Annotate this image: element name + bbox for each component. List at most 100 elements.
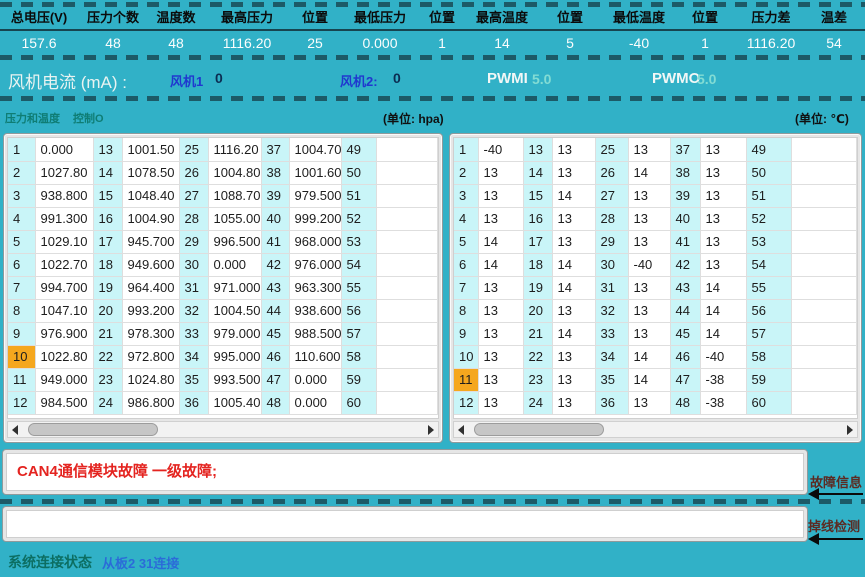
- value-cell[interactable]: 13: [700, 253, 746, 276]
- index-cell[interactable]: 54: [341, 253, 376, 276]
- value-cell[interactable]: 13: [628, 322, 670, 345]
- value-cell[interactable]: 13: [478, 276, 523, 299]
- index-cell[interactable]: 48: [261, 391, 289, 414]
- value-cell[interactable]: -38: [700, 391, 746, 414]
- value-cell[interactable]: 979.500: [289, 184, 341, 207]
- value-cell[interactable]: 14: [700, 299, 746, 322]
- index-cell[interactable]: 36: [595, 391, 628, 414]
- index-cell[interactable]: 51: [746, 184, 791, 207]
- index-cell[interactable]: 12: [454, 391, 478, 414]
- index-cell[interactable]: 35: [179, 368, 208, 391]
- index-cell[interactable]: 7: [454, 276, 478, 299]
- index-cell[interactable]: 9: [454, 322, 478, 345]
- empty-cell[interactable]: [376, 391, 438, 414]
- value-cell[interactable]: 14: [628, 161, 670, 184]
- pressure-grid-viewport[interactable]: 10.000131001.50251116.20371004.704921027…: [7, 137, 439, 419]
- value-cell[interactable]: 13: [552, 230, 595, 253]
- index-cell[interactable]: 26: [595, 161, 628, 184]
- value-cell[interactable]: 13: [478, 322, 523, 345]
- index-cell[interactable]: 2: [454, 161, 478, 184]
- index-cell[interactable]: 14: [523, 161, 552, 184]
- index-cell[interactable]: 57: [746, 322, 791, 345]
- value-cell[interactable]: 949.000: [35, 368, 93, 391]
- index-cell[interactable]: 53: [746, 230, 791, 253]
- value-cell[interactable]: 976.000: [289, 253, 341, 276]
- value-cell[interactable]: 976.900: [35, 322, 93, 345]
- index-cell[interactable]: 44: [261, 299, 289, 322]
- value-cell[interactable]: 14: [700, 276, 746, 299]
- value-cell[interactable]: 971.000: [208, 276, 261, 299]
- index-cell[interactable]: 6: [8, 253, 35, 276]
- index-cell[interactable]: 14: [93, 161, 122, 184]
- index-cell[interactable]: 30: [179, 253, 208, 276]
- value-cell[interactable]: 1048.40: [122, 184, 179, 207]
- index-cell[interactable]: 25: [595, 138, 628, 161]
- index-cell[interactable]: 25: [179, 138, 208, 161]
- value-cell[interactable]: 13: [552, 391, 595, 414]
- index-cell[interactable]: 60: [746, 391, 791, 414]
- value-cell[interactable]: 110.600: [289, 345, 341, 368]
- empty-cell[interactable]: [376, 368, 438, 391]
- scrollbar-thumb[interactable]: [474, 423, 604, 436]
- value-cell[interactable]: 993.200: [122, 299, 179, 322]
- index-cell[interactable]: 59: [746, 368, 791, 391]
- value-cell[interactable]: 13: [552, 207, 595, 230]
- value-cell[interactable]: 988.500: [289, 322, 341, 345]
- value-cell[interactable]: 13: [628, 230, 670, 253]
- index-cell[interactable]: 16: [93, 207, 122, 230]
- index-cell[interactable]: 37: [261, 138, 289, 161]
- scroll-left-button[interactable]: [8, 422, 25, 437]
- index-cell[interactable]: 44: [670, 299, 700, 322]
- value-cell[interactable]: 1078.50: [122, 161, 179, 184]
- empty-cell[interactable]: [791, 368, 857, 391]
- index-cell[interactable]: 43: [670, 276, 700, 299]
- index-cell[interactable]: 7: [8, 276, 35, 299]
- empty-cell[interactable]: [791, 161, 857, 184]
- index-cell[interactable]: 20: [93, 299, 122, 322]
- index-cell[interactable]: 50: [341, 161, 376, 184]
- index-cell[interactable]: 54: [746, 253, 791, 276]
- empty-cell[interactable]: [376, 161, 438, 184]
- empty-cell[interactable]: [791, 345, 857, 368]
- index-cell[interactable]: 49: [341, 138, 376, 161]
- temperature-grid-viewport[interactable]: 1-40131325133713492131413261438135031315…: [453, 137, 858, 419]
- value-cell[interactable]: 984.500: [35, 391, 93, 414]
- value-cell[interactable]: 13: [628, 299, 670, 322]
- value-cell[interactable]: 1022.70: [35, 253, 93, 276]
- index-cell[interactable]: 48: [670, 391, 700, 414]
- index-cell[interactable]: 10: [454, 345, 478, 368]
- empty-cell[interactable]: [376, 230, 438, 253]
- index-cell[interactable]: 36: [179, 391, 208, 414]
- value-cell[interactable]: 1022.80: [35, 345, 93, 368]
- index-cell[interactable]: 22: [523, 345, 552, 368]
- value-cell[interactable]: 13: [478, 345, 523, 368]
- value-cell[interactable]: 13: [700, 161, 746, 184]
- index-cell[interactable]: 27: [179, 184, 208, 207]
- index-cell[interactable]: 42: [261, 253, 289, 276]
- index-cell[interactable]: 15: [523, 184, 552, 207]
- value-cell[interactable]: 1004.70: [289, 138, 341, 161]
- value-cell[interactable]: 972.800: [122, 345, 179, 368]
- index-cell[interactable]: 32: [179, 299, 208, 322]
- index-cell[interactable]: 10: [8, 345, 35, 368]
- index-cell[interactable]: 31: [595, 276, 628, 299]
- index-cell[interactable]: 56: [341, 299, 376, 322]
- index-cell[interactable]: 19: [93, 276, 122, 299]
- value-cell[interactable]: 13: [552, 138, 595, 161]
- value-cell[interactable]: 13: [552, 368, 595, 391]
- index-cell[interactable]: 56: [746, 299, 791, 322]
- index-cell[interactable]: 38: [670, 161, 700, 184]
- index-cell[interactable]: 31: [179, 276, 208, 299]
- value-cell[interactable]: 14: [628, 368, 670, 391]
- value-cell[interactable]: 13: [628, 138, 670, 161]
- index-cell[interactable]: 8: [8, 299, 35, 322]
- index-cell[interactable]: 24: [93, 391, 122, 414]
- value-cell[interactable]: 13: [478, 368, 523, 391]
- index-cell[interactable]: 34: [595, 345, 628, 368]
- value-cell[interactable]: 993.500: [208, 368, 261, 391]
- value-cell[interactable]: 945.700: [122, 230, 179, 253]
- value-cell[interactable]: 0.000: [208, 253, 261, 276]
- empty-cell[interactable]: [376, 138, 438, 161]
- index-cell[interactable]: 57: [341, 322, 376, 345]
- index-cell[interactable]: 38: [261, 161, 289, 184]
